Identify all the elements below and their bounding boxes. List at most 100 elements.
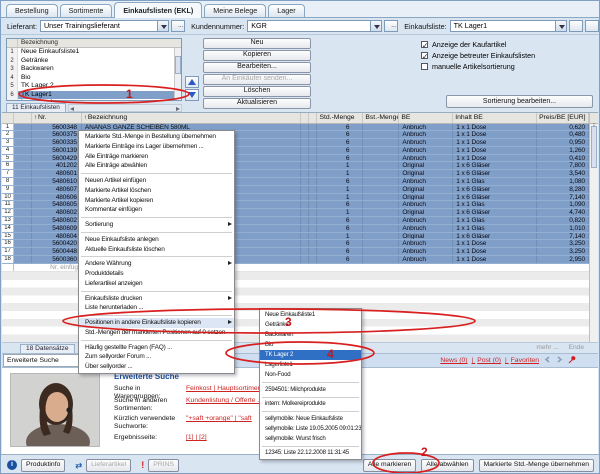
- menu-item[interactable]: Markierte Einträge ins Lager übernehmen …: [79, 142, 234, 152]
- selection-button[interactable]: Alle abwählen: [421, 459, 473, 472]
- submenu-item[interactable]: Lagerliste1: [260, 360, 361, 370]
- submenu-item[interactable]: Backwaren: [260, 330, 361, 340]
- menu-item[interactable]: Andere Währung: [79, 259, 234, 269]
- menu-item[interactable]: Markierte Std.-Menge in Bestellung übern…: [79, 132, 234, 142]
- search-link[interactable]: "saft: [233, 415, 252, 422]
- submenu-item[interactable]: sellymobile: Liste 19.05.2005 09:01:23: [260, 424, 361, 434]
- produktinfo-button[interactable]: Produktinfo: [21, 459, 65, 472]
- listbox-scrollbar[interactable]: [174, 48, 181, 100]
- action-button[interactable]: Bearbeiten...: [203, 62, 311, 73]
- cell-nr: 5600348: [32, 124, 82, 131]
- table-scrollbar[interactable]: [589, 113, 598, 342]
- edit-sorting-button[interactable]: Sortierung bearbeiten...: [446, 95, 593, 108]
- kundennummer-combobox[interactable]: KGR: [247, 20, 382, 32]
- news-link[interactable]: Post (0): [472, 357, 501, 364]
- prins-button[interactable]: PRINS: [148, 459, 179, 472]
- submenu-item[interactable]: Neue Einkaufsliste1: [260, 310, 361, 320]
- checkbox-icon[interactable]: [421, 63, 428, 70]
- search-link[interactable]: "+saft +orange": [186, 415, 233, 422]
- search-link[interactable]: Feinkost: [186, 385, 212, 392]
- action-button[interactable]: Aktualisieren: [203, 98, 311, 109]
- checkbox-row[interactable]: Anzeige betreuter Einkaufslisten: [421, 50, 535, 61]
- sort-both-icon[interactable]: [590, 113, 598, 124]
- nav-back-icon[interactable]: [544, 356, 551, 365]
- news-link[interactable]: News (0): [440, 357, 467, 364]
- submenu-item[interactable]: Getränke: [260, 320, 361, 330]
- selection-button[interactable]: Markierte Std.-Menge übernehmen: [479, 459, 594, 472]
- list-item[interactable]: 5 TK Lager 2: [7, 82, 181, 91]
- search-link[interactable]: [1]: [186, 434, 194, 441]
- tab[interactable]: Sortimente: [60, 4, 113, 17]
- menu-item[interactable]: Alle Einträge abwählen: [79, 161, 234, 171]
- move-down-button[interactable]: [185, 89, 199, 101]
- action-button[interactable]: Kopieren: [203, 50, 311, 61]
- chevron-down-icon[interactable]: [157, 21, 168, 31]
- submenu-item[interactable]: sellymobile: Neue Einkaufsliste: [260, 414, 361, 424]
- nav-forward-icon[interactable]: [556, 356, 563, 365]
- einkaufsliste-combobox[interactable]: TK Lager1: [450, 20, 567, 32]
- tab[interactable]: Einkaufslisten (EKL): [114, 2, 202, 18]
- submenu-item[interactable]: 12345: Liste 22.12.2008 11:31:45: [260, 448, 361, 458]
- submenu-item[interactable]: TK Lager 2: [260, 350, 361, 360]
- menu-item[interactable]: Neuen Artikel einfügen: [79, 176, 234, 186]
- action-button[interactable]: An Einkäufer senden...: [203, 74, 311, 85]
- menu-item[interactable]: Markierte Artikel kopieren: [79, 196, 234, 206]
- menu-item[interactable]: Lieferartikel anzeigen: [79, 279, 234, 289]
- search-link[interactable]: [2]: [194, 434, 207, 441]
- menu-item[interactable]: Aktuelle Einkaufsliste löschen: [79, 245, 234, 255]
- list-item[interactable]: 7 Lagerliste1: [7, 99, 181, 101]
- list-item[interactable]: 6 TK Lager1: [7, 91, 181, 100]
- submenu-item[interactable]: 2594501: Milchprodukte: [260, 385, 361, 395]
- listbox-hscrollbar[interactable]: [68, 104, 182, 112]
- selection-button[interactable]: Alle markieren: [363, 459, 416, 472]
- lieferartikel-button[interactable]: Lieferartikel: [86, 459, 131, 472]
- list-item[interactable]: 2 Getränke: [7, 57, 181, 66]
- menu-item[interactable]: Einkaufsliste drucken: [79, 294, 234, 304]
- gear-icon-button[interactable]: [585, 20, 599, 32]
- menu-item[interactable]: Kommentar einfügen: [79, 205, 234, 215]
- news-link[interactable]: Favoriten: [505, 357, 539, 364]
- pin-icon[interactable]: [568, 355, 576, 366]
- tab[interactable]: Bestellung: [6, 4, 58, 17]
- menu-item[interactable]: Liste herunterladen ...: [79, 303, 234, 313]
- bezeichnung-header[interactable]: Bezeichnung: [18, 39, 181, 47]
- menu-item[interactable]: Std.-Mengen der markierten Positionen au…: [79, 328, 234, 338]
- pager-end-link[interactable]: Ende: [569, 344, 584, 351]
- edit-list-icon-button[interactable]: [569, 20, 583, 32]
- checkbox-icon[interactable]: [421, 41, 428, 48]
- search-link[interactable]: Kundenlistung / Offerte ...: [186, 397, 263, 404]
- menu-item[interactable]: Sortierung: [79, 220, 234, 230]
- scrollbar-thumb[interactable]: [591, 126, 597, 168]
- menu-item[interactable]: Zum sellyorder Forum ...: [79, 352, 234, 362]
- menu-item[interactable]: Positionen in andere Einkaufsliste kopie…: [79, 318, 234, 328]
- kundennummer-browse-button[interactable]: ...: [384, 20, 398, 32]
- chevron-down-icon[interactable]: [555, 21, 566, 31]
- lieferant-browse-button[interactable]: ...: [171, 20, 185, 32]
- submenu-item[interactable]: Non-Food: [260, 370, 361, 380]
- menu-item[interactable]: Produktdetails: [79, 269, 234, 279]
- menu-item[interactable]: Neue Einkaufsliste anlegen: [79, 235, 234, 245]
- table-header[interactable]: Nr. Bezeichnung Std.-Menge Bst.-Menge BE…: [2, 113, 598, 124]
- tab[interactable]: Lager: [268, 4, 304, 17]
- submenu-item[interactable]: intern: Molkereiprodukte: [260, 399, 361, 409]
- list-item[interactable]: 1 Neue Einkaufsliste1: [7, 48, 181, 57]
- action-button[interactable]: Neu: [203, 38, 311, 49]
- lieferant-combobox[interactable]: Unser Trainingslieferant: [40, 20, 169, 32]
- submenu-item[interactable]: sellymobile: Wurst frisch: [260, 434, 361, 444]
- list-item[interactable]: 4 Bio: [7, 74, 181, 83]
- checkbox-row[interactable]: Anzeige der Kaufartikel: [421, 39, 535, 50]
- move-up-button[interactable]: [185, 76, 199, 88]
- submenu-item[interactable]: Bio: [260, 340, 361, 350]
- action-button[interactable]: Löschen: [203, 86, 311, 97]
- menu-item[interactable]: Markierte Artikel löschen: [79, 186, 234, 196]
- chevron-down-icon[interactable]: [370, 21, 381, 31]
- pager-more-link[interactable]: mehr ...: [536, 344, 558, 351]
- tab[interactable]: Meine Belege: [204, 4, 266, 17]
- list-item[interactable]: 3 Backwaren: [7, 65, 181, 74]
- menu-item[interactable]: Häufig gestellte Fragen (FAQ) ...: [79, 343, 234, 353]
- checkbox-icon[interactable]: [421, 52, 428, 59]
- menu-item[interactable]: Alle Einträge markieren: [79, 152, 234, 162]
- scrollbar-thumb[interactable]: [175, 56, 181, 74]
- menu-item[interactable]: Über sellyorder ...: [79, 362, 234, 372]
- checkbox-row[interactable]: manuelle Artikelsortierung: [421, 61, 535, 72]
